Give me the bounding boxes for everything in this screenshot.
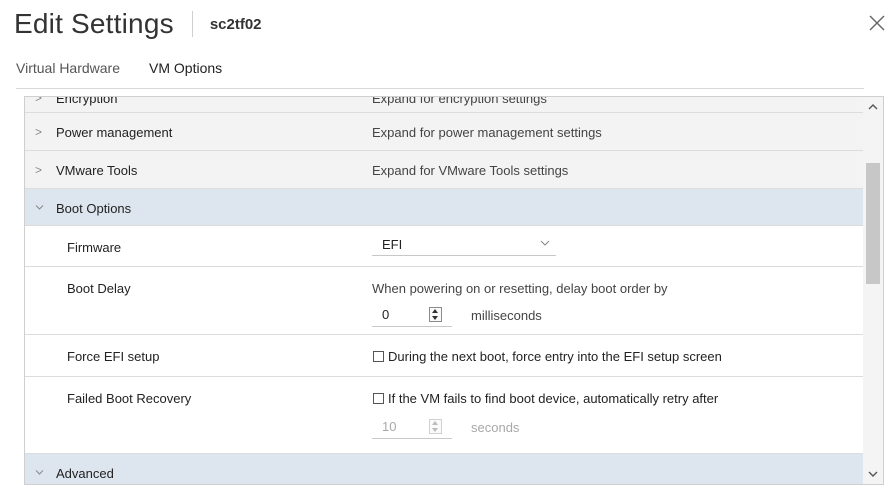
vm-name: sc2tf02 xyxy=(209,15,262,33)
row-failed-boot-recovery: Failed Boot Recovery If the VM fails to … xyxy=(25,377,863,454)
failed-boot-checkbox[interactable] xyxy=(373,393,384,404)
scroll-down-icon[interactable] xyxy=(867,468,879,480)
force-efi-checkbox-label[interactable]: During the next boot, force entry into t… xyxy=(388,349,722,364)
row-label: Encryption xyxy=(56,97,118,106)
failed-boot-retry-unit: seconds xyxy=(471,420,520,435)
row-force-efi-setup: Force EFI setup During the next boot, fo… xyxy=(25,335,863,377)
spinner-up-icon xyxy=(432,421,438,425)
scrollbar-thumb[interactable] xyxy=(866,163,880,284)
settings-panel: > Encryption Expand for encryption setti… xyxy=(24,96,884,485)
chevron-right-icon: > xyxy=(35,97,43,105)
row-encryption[interactable]: > Encryption Expand for encryption setti… xyxy=(25,97,863,113)
row-firmware: Firmware EFI xyxy=(25,226,863,267)
close-icon[interactable] xyxy=(866,12,888,34)
row-label: Force EFI setup xyxy=(67,349,160,364)
row-boot-delay: Boot Delay When powering on or resetting… xyxy=(25,267,863,335)
chevron-right-icon: > xyxy=(35,163,43,177)
chevron-down-icon xyxy=(540,240,550,246)
scroll-up-icon[interactable] xyxy=(867,101,879,113)
boot-delay-description: When powering on or resetting, delay boo… xyxy=(372,281,668,296)
row-label: Firmware xyxy=(67,240,122,255)
chevron-right-icon: > xyxy=(35,125,43,139)
title-divider xyxy=(191,11,193,37)
tab-virtual-hardware[interactable]: Virtual Hardware xyxy=(16,60,120,88)
row-advanced[interactable]: Advanced xyxy=(25,454,863,484)
row-value: Expand for VMware Tools settings xyxy=(372,163,569,178)
spinner-down-icon xyxy=(432,428,438,432)
row-label: Boot Delay xyxy=(67,281,131,296)
row-label: Advanced xyxy=(56,466,114,481)
tab-vm-options[interactable]: VM Options xyxy=(149,60,222,88)
force-efi-checkbox[interactable] xyxy=(373,351,384,362)
row-label: Boot Options xyxy=(56,201,132,216)
failed-boot-retry-spinner xyxy=(429,419,442,434)
chevron-down-icon xyxy=(35,470,44,475)
failed-boot-retry-input xyxy=(372,417,452,439)
boot-delay-input xyxy=(372,305,452,327)
row-vmware-tools[interactable]: > VMware Tools Expand for VMware Tools s… xyxy=(25,151,863,189)
firmware-selected-value: EFI xyxy=(382,237,403,252)
chevron-down-icon xyxy=(35,205,44,210)
spinner-down-icon[interactable] xyxy=(432,316,438,320)
tab-bar: Virtual Hardware VM Options xyxy=(16,60,864,89)
boot-delay-spinner[interactable] xyxy=(429,307,442,322)
spinner-up-icon[interactable] xyxy=(432,309,438,313)
row-value: Expand for encryption settings xyxy=(372,97,547,106)
row-value: Expand for power management settings xyxy=(372,125,602,140)
row-power-management[interactable]: > Power management Expand for power mana… xyxy=(25,113,863,151)
failed-boot-checkbox-label[interactable]: If the VM fails to find boot device, aut… xyxy=(388,391,718,406)
row-label: Failed Boot Recovery xyxy=(67,391,192,406)
firmware-select[interactable]: EFI xyxy=(372,235,556,256)
row-label: VMware Tools xyxy=(56,163,138,178)
vertical-scrollbar[interactable] xyxy=(863,97,883,484)
boot-delay-unit: milliseconds xyxy=(471,308,542,323)
failed-boot-retry-field xyxy=(372,417,422,434)
dialog-title: Edit Settings xyxy=(14,8,174,39)
settings-list: > Encryption Expand for encryption setti… xyxy=(25,97,863,484)
row-label: Power management xyxy=(56,125,173,140)
row-boot-options[interactable]: Boot Options xyxy=(25,189,863,226)
dialog-header: Edit Settings sc2tf02 xyxy=(14,2,896,46)
boot-delay-field[interactable] xyxy=(372,305,422,322)
